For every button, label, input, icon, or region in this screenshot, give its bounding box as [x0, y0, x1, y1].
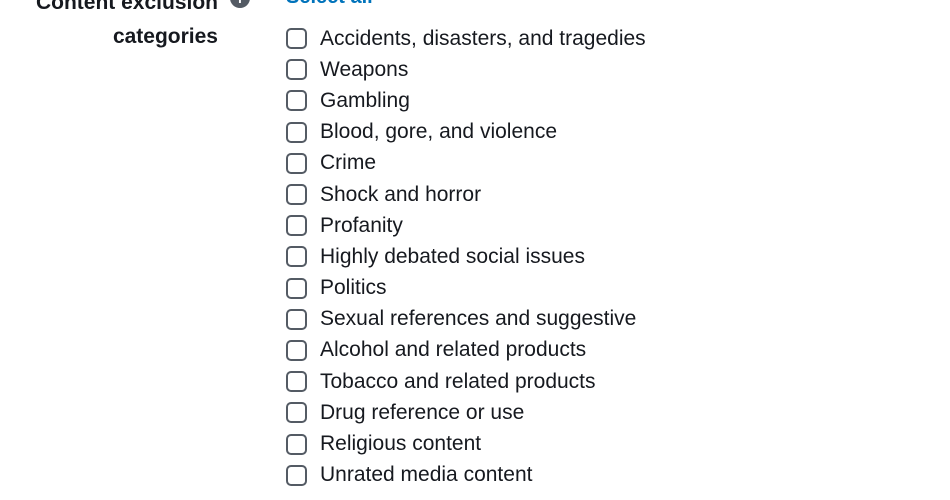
checkbox[interactable]	[286, 464, 307, 486]
category-option-accidents[interactable]: Accidents, disasters, and tragedies	[286, 23, 646, 54]
category-label: Unrated media content	[320, 463, 533, 487]
category-label: Highly debated social issues	[320, 244, 585, 268]
category-label: Gambling	[320, 88, 410, 112]
category-option-profanity[interactable]: Profanity	[286, 210, 646, 241]
category-label: Shock and horror	[320, 182, 482, 206]
field-label-line2: categories	[112, 25, 218, 48]
checkbox[interactable]	[286, 246, 307, 268]
checkbox[interactable]	[286, 433, 307, 455]
category-label: Tobacco and related products	[320, 369, 596, 393]
category-option-politics[interactable]: Politics	[286, 273, 646, 304]
category-option-social-issues[interactable]: Highly debated social issues	[286, 241, 646, 272]
category-option-shock-horror[interactable]: Shock and horror	[286, 179, 646, 210]
checkbox[interactable]	[286, 121, 307, 143]
category-label: Weapons	[320, 57, 409, 81]
category-label: Politics	[320, 276, 387, 300]
checkbox[interactable]	[286, 215, 307, 237]
category-option-religious[interactable]: Religious content	[286, 428, 646, 459]
field-label: Content exclusion categories	[28, 0, 218, 54]
category-label: Blood, gore, and violence	[320, 120, 557, 144]
category-checkbox-list: Accidents, disasters, and tragedies Weap…	[286, 23, 646, 491]
category-label: Religious content	[320, 432, 482, 456]
info-icon[interactable]: i	[230, 0, 250, 8]
checkbox[interactable]	[286, 371, 307, 393]
category-label: Sexual references and suggestive	[320, 307, 637, 331]
checkbox[interactable]	[286, 277, 307, 299]
category-label: Alcohol and related products	[320, 338, 587, 362]
select-all-link[interactable]: Select all	[286, 0, 373, 8]
checkbox[interactable]	[286, 90, 307, 112]
checkbox[interactable]	[286, 402, 307, 424]
category-option-unrated-media[interactable]: Unrated media content	[286, 460, 646, 491]
checkbox[interactable]	[286, 28, 307, 50]
category-label: Drug reference or use	[320, 400, 525, 424]
checkbox[interactable]	[286, 308, 307, 330]
field-label-line1: Content exclusion	[35, 0, 218, 14]
category-option-weapons[interactable]: Weapons	[286, 54, 646, 85]
category-option-tobacco[interactable]: Tobacco and related products	[286, 366, 646, 397]
category-option-crime[interactable]: Crime	[286, 148, 646, 179]
category-option-gambling[interactable]: Gambling	[286, 85, 646, 116]
category-label: Profanity	[320, 213, 403, 237]
category-option-blood-gore-violence[interactable]: Blood, gore, and violence	[286, 117, 646, 148]
checkbox[interactable]	[286, 184, 307, 206]
category-option-alcohol[interactable]: Alcohol and related products	[286, 335, 646, 366]
category-option-drugs[interactable]: Drug reference or use	[286, 397, 646, 428]
checkbox[interactable]	[286, 152, 307, 174]
checkbox[interactable]	[286, 339, 307, 361]
category-label: Accidents, disasters, and tragedies	[320, 26, 646, 50]
checkbox[interactable]	[286, 59, 307, 81]
category-label: Crime	[320, 151, 376, 175]
category-option-sexual-references[interactable]: Sexual references and suggestive	[286, 304, 646, 335]
